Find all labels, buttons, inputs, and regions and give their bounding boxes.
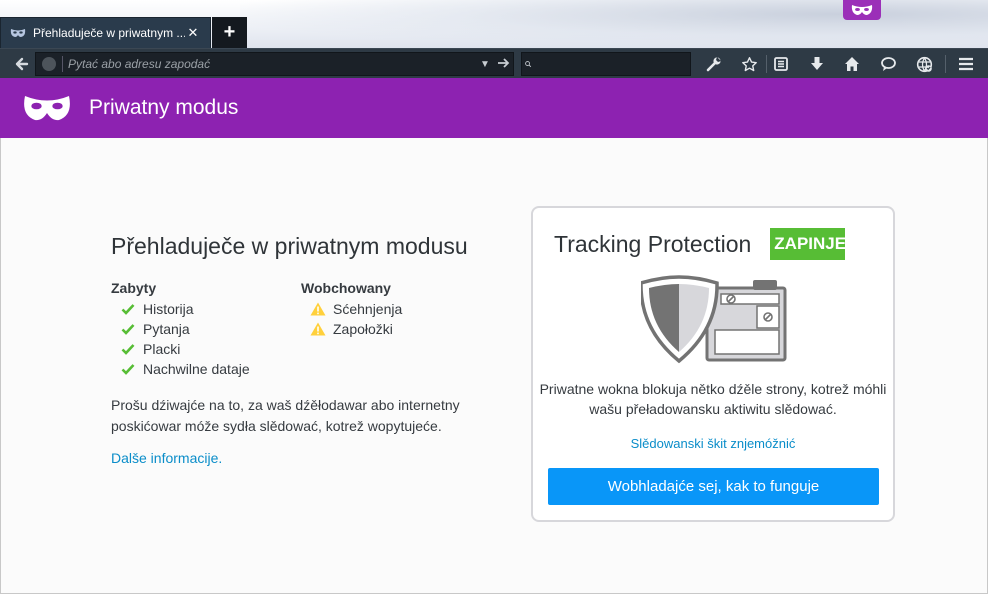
- private-browsing-indicator: [843, 0, 881, 20]
- page-title: Priwatny modus: [89, 96, 239, 119]
- kept-column: Wobchowany Sćehnjenja Zapołožki: [301, 280, 491, 379]
- private-mode-header: Priwatny modus: [0, 78, 988, 138]
- list-item-label: Nachwilne dataje: [143, 361, 250, 377]
- reading-list-icon: [774, 57, 788, 71]
- search-input[interactable]: [535, 57, 690, 71]
- kept-title: Wobchowany: [301, 280, 391, 296]
- site-identity-icon[interactable]: [42, 57, 56, 71]
- checkmark-icon: [120, 361, 136, 377]
- tab-private-browsing[interactable]: Přehladuječe w priwatnym ... ✕: [0, 17, 211, 48]
- toolbar-separator: [765, 49, 767, 79]
- kept-list: Sćehnjenja Zapołožki: [301, 299, 491, 339]
- navigation-toolbar: ▼: [0, 48, 988, 78]
- search-bar[interactable]: [521, 52, 691, 76]
- list-item: Placki: [111, 339, 301, 359]
- chat-icon: [880, 57, 896, 71]
- private-globe-icon: [916, 56, 932, 72]
- url-separator: [62, 56, 63, 72]
- status-badge: ZAPINJENY: [770, 228, 846, 260]
- see-how-it-works-button[interactable]: Wobhladajće sej, kak to funguje: [548, 468, 879, 505]
- list-item-label: Historija: [143, 301, 194, 317]
- forgotten-list: Historija Pytanja Placki Nachwilne dataj…: [111, 299, 301, 379]
- tracking-protection-card: Tracking Protection ZAPINJENY Priwatne w…: [531, 206, 895, 522]
- checkmark-icon: [120, 341, 136, 357]
- url-bar[interactable]: ▼: [35, 52, 514, 76]
- list-item: Nachwilne dataje: [111, 359, 301, 379]
- back-icon: [15, 57, 29, 71]
- home-icon: [845, 57, 859, 71]
- forgotten-column: Zabyty Historija Pytanja Placki Nachwiln…: [111, 280, 301, 379]
- go-icon[interactable]: [493, 56, 513, 72]
- tracking-note: Prošu dźiwajće na to, za waš dźěłodawar …: [111, 397, 460, 434]
- tab-title: Přehladuječe w priwatnym ...: [33, 26, 185, 40]
- download-icon: [811, 57, 823, 70]
- checkmark-icon: [120, 321, 136, 337]
- wrench-icon: [706, 57, 721, 72]
- plus-icon: +: [223, 21, 236, 43]
- toolbar-separator-2: [944, 49, 946, 79]
- main-content: Přehladuječe w priwatnym modusu Zabyty H…: [0, 138, 988, 594]
- forgotten-title: Zabyty: [111, 280, 157, 296]
- menu-icon: [959, 57, 973, 71]
- dropdown-icon[interactable]: ▼: [477, 59, 493, 70]
- private-mask-icon: [24, 96, 70, 121]
- private-info-section: Přehladuječe w priwatnym modusu Zabyty H…: [111, 228, 491, 468]
- list-item-label: Pytanja: [143, 321, 190, 337]
- list-item: Zapołožki: [301, 319, 491, 339]
- more-info-link[interactable]: Dalše informacije.: [111, 450, 222, 466]
- menu-button[interactable]: [954, 49, 978, 79]
- chat-button[interactable]: [876, 49, 900, 79]
- tracking-description: Priwatne wokna blokuja nětko dźěle stron…: [539, 381, 887, 417]
- list-item-label: Zapołožki: [333, 321, 393, 337]
- list-item: Historija: [111, 299, 301, 319]
- list-item: Pytanja: [111, 319, 301, 339]
- private-mask-icon: [851, 5, 873, 15]
- list-item: Sćehnjenja: [301, 299, 491, 319]
- star-icon: [741, 56, 757, 71]
- close-tab-icon[interactable]: ✕: [185, 25, 201, 41]
- list-item-label: Placki: [143, 341, 181, 357]
- tracking-shield-illustration-icon: [641, 275, 787, 364]
- disable-tracking-protection-link[interactable]: Slědowanski škit znjemóžnić: [533, 436, 893, 451]
- developer-tools-button[interactable]: [702, 49, 726, 79]
- private-globe-button[interactable]: [912, 49, 936, 79]
- section-heading: Přehladuječe w priwatnym modusu: [111, 233, 468, 259]
- warning-icon: [310, 301, 326, 317]
- downloads-button[interactable]: [805, 49, 829, 79]
- new-tab-button[interactable]: +: [212, 17, 247, 48]
- privacy-columns: Zabyty Historija Pytanja Placki Nachwiln…: [111, 280, 491, 379]
- reading-list-button[interactable]: [769, 49, 793, 79]
- private-tab-favicon-icon: [10, 29, 26, 37]
- tracking-protection-title: Tracking Protection: [554, 230, 752, 257]
- bookmark-star-button[interactable]: [737, 49, 761, 79]
- checkmark-icon: [120, 301, 136, 317]
- tracking-protection-header: Tracking Protection ZAPINJENY: [554, 228, 874, 260]
- home-button[interactable]: [840, 49, 864, 79]
- url-input[interactable]: [68, 57, 477, 71]
- list-item-label: Sćehnjenja: [333, 301, 403, 317]
- back-button[interactable]: [9, 49, 33, 79]
- search-icon: [525, 61, 532, 68]
- warning-icon: [310, 321, 326, 337]
